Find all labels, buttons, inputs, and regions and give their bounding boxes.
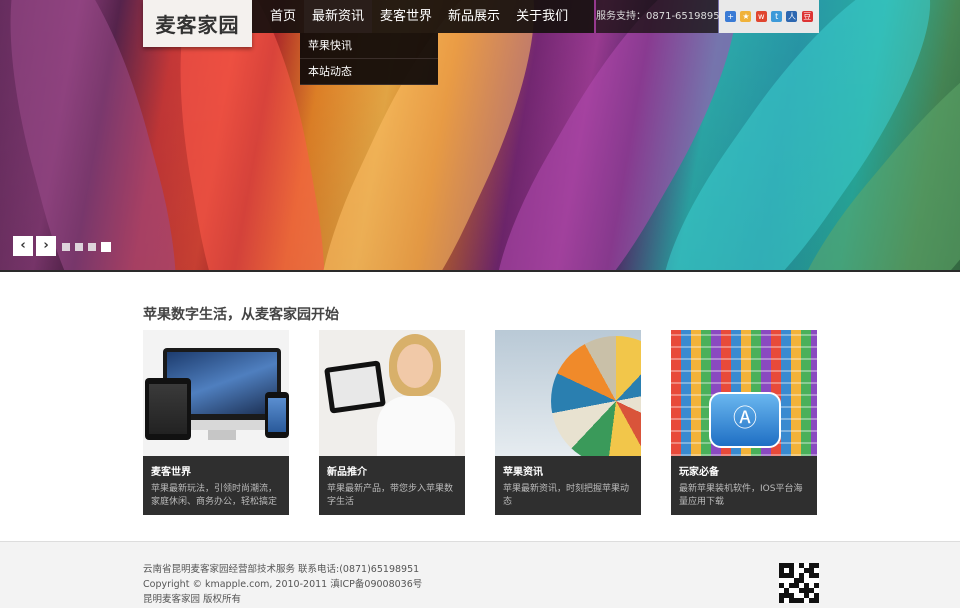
nav-item-1[interactable]: 最新资讯	[304, 0, 373, 33]
card-title: 玩家必备	[679, 467, 719, 478]
slider-dot[interactable]	[88, 243, 96, 251]
feature-cards: 麦客世界 苹果最新玩法，引领时尚潮流，家庭休闲、商务办公，轻松搞定 新品推介 苹…	[143, 330, 817, 515]
card-image-woman-ipad	[319, 330, 465, 456]
logo-text: 麦客家园	[155, 13, 240, 37]
douban-icon[interactable]: 豆	[801, 11, 813, 22]
renren-icon[interactable]: 人	[786, 11, 798, 22]
card-title: 新品推介	[327, 467, 367, 478]
footer-rights: 昆明麦客家园 版权所有	[143, 594, 242, 605]
card-body: 新品推介 苹果最新产品，带您步入苹果数字生活	[319, 456, 465, 515]
footer-contact: 云南省昆明麦客家园经营部技术服务 联系电话:(0871)65198951	[143, 564, 420, 575]
card-image-devices	[143, 330, 289, 456]
card-body: 玩家必备 最新苹果装机软件，IOS平台海量应用下载	[671, 456, 817, 515]
card-title: 麦客世界	[151, 467, 191, 478]
card-maike-world[interactable]: 麦客世界 苹果最新玩法，引领时尚潮流，家庭休闲、商务办公，轻松搞定	[143, 330, 289, 515]
qzone-icon[interactable]: ★	[740, 11, 752, 22]
slider-prev-button[interactable]: ‹	[13, 236, 33, 256]
nav-dropdown: 苹果快讯 本站动态	[300, 33, 438, 85]
plus-share-icon[interactable]: +	[725, 11, 737, 22]
dropdown-item-1[interactable]: 本站动态	[300, 59, 438, 85]
slider-dot[interactable]	[75, 243, 83, 251]
slider-dot[interactable]	[62, 243, 70, 251]
footer: 云南省昆明麦客家园经营部技术服务 联系电话:(0871)65198951 Cop…	[0, 541, 960, 608]
card-desc: 最新苹果装机软件，IOS平台海量应用下载	[679, 484, 803, 507]
dropdown-item-0[interactable]: 苹果快讯	[300, 33, 438, 59]
slider-dot[interactable]	[101, 242, 111, 252]
card-must-have[interactable]: Ⓐ 玩家必备 最新苹果装机软件，IOS平台海量应用下载	[671, 330, 817, 515]
slider-dots	[62, 242, 111, 252]
card-image-app-store: Ⓐ	[671, 330, 817, 456]
share-bar: + ★ w t 人豆	[719, 0, 819, 33]
qr-code	[779, 563, 819, 603]
nav-item-2[interactable]: 麦客世界	[372, 0, 440, 33]
card-new-products[interactable]: 新品推介 苹果最新产品，带您步入苹果数字生活	[319, 330, 465, 515]
nav-item-0[interactable]: 首页	[262, 0, 304, 33]
section-title: 苹果数字生活，从麦客家园开始	[143, 307, 339, 323]
slider-next-button[interactable]: ›	[36, 236, 56, 256]
card-body: 麦客世界 苹果最新玩法，引领时尚潮流，家庭休闲、商务办公，轻松搞定	[143, 456, 289, 515]
site-logo[interactable]: 麦客家园	[143, 0, 252, 47]
card-body: 苹果资讯 苹果最新资讯，时刻把握苹果动态	[495, 456, 641, 515]
card-title: 苹果资讯	[503, 467, 543, 478]
card-desc: 苹果最新玩法，引领时尚潮流，家庭休闲、商务办公，轻松搞定	[151, 484, 278, 507]
card-image-parachute	[495, 330, 641, 456]
card-desc: 苹果最新资讯，时刻把握苹果动态	[503, 484, 630, 507]
footer-copyright: Copyright © kmapple.com, 2010-2011 滇ICP备…	[143, 579, 423, 590]
tencent-weibo-icon[interactable]: t	[771, 11, 783, 22]
app-store-icon: Ⓐ	[733, 404, 757, 432]
card-desc: 苹果最新产品，带您步入苹果数字生活	[327, 484, 454, 507]
main-nav: 首页 最新资讯 麦客世界 新品展示 关于我们	[252, 0, 594, 33]
support-phone: 服务支持：0871-65198951	[596, 0, 726, 33]
nav-item-3[interactable]: 新品展示	[440, 0, 508, 33]
nav-item-4[interactable]: 关于我们	[508, 0, 576, 33]
card-apple-news[interactable]: 苹果资讯 苹果最新资讯，时刻把握苹果动态	[495, 330, 641, 515]
weibo-icon[interactable]: w	[755, 11, 767, 22]
footer-text: 云南省昆明麦客家园经营部技术服务 联系电话:(0871)65198951 Cop…	[143, 562, 422, 607]
